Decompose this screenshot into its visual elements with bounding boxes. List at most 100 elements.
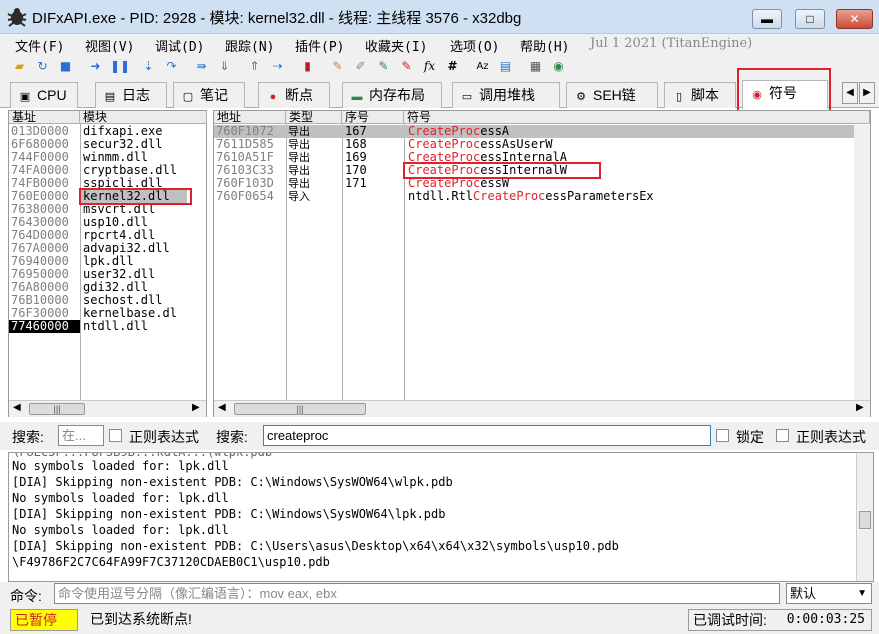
step-into-icon[interactable]: ⇣	[140, 58, 157, 75]
function-icon[interactable]: fx	[421, 58, 438, 75]
symbol-name-cell[interactable]: CreateProcessW	[408, 177, 853, 190]
column-header-base[interactable]: 基址	[9, 111, 80, 124]
module-name-cell[interactable]: sechost.dll	[83, 294, 206, 307]
modules-horizontal-scrollbar[interactable]: ◀ ||| ▶	[9, 400, 206, 417]
symbol-ordinal-cell[interactable]: 170	[345, 164, 403, 177]
restart-icon[interactable]: ↻	[34, 58, 51, 75]
symbol-ordinal-cell[interactable]: 171	[345, 177, 403, 190]
menu-view[interactable]: 视图(V)	[85, 36, 134, 55]
symbol-name-cell[interactable]: ntdll.RtlCreateProcessParametersEx	[408, 190, 853, 203]
symbol-ordinal-cell[interactable]	[345, 190, 403, 203]
column-header-address[interactable]: 地址	[214, 111, 286, 124]
tab-symbols[interactable]: ◉ 符号	[742, 80, 828, 109]
chevron-down-icon[interactable]: ▼	[857, 584, 867, 603]
scylla-icon[interactable]: ▮	[299, 58, 316, 75]
symbol-name-cell[interactable]: CreateProcessInternalW	[408, 164, 853, 177]
symbol-address-cell[interactable]: 760F0654	[216, 190, 286, 203]
trace-over-icon[interactable]: ⇓	[216, 58, 233, 75]
symbol-type-cell[interactable]: 导入	[288, 190, 342, 203]
symbol-address-cell[interactable]: 76103C33	[216, 164, 286, 177]
pause-icon[interactable]: ❚❚	[110, 58, 130, 75]
module-name-cell[interactable]: rpcrt4.dll	[83, 229, 206, 242]
maximize-button[interactable]: □	[795, 9, 825, 29]
tab-script[interactable]: ▯ 脚本	[664, 82, 736, 108]
strings-icon[interactable]: Az	[474, 58, 491, 75]
execute-till-return-icon[interactable]: ⇑	[246, 58, 263, 75]
tab-log[interactable]: ▤ 日志	[95, 82, 167, 108]
column-header-module[interactable]: 模块	[80, 111, 207, 124]
module-regex-checkbox[interactable]	[109, 429, 122, 442]
module-search-input[interactable]: 在...	[58, 425, 104, 446]
tab-cpu[interactable]: ▣ CPU	[10, 82, 78, 108]
minimize-button[interactable]: ▬	[752, 9, 782, 29]
scroll-left-icon[interactable]: ◀	[13, 402, 21, 413]
command-input[interactable]: 命令使用逗号分隔（像汇编语言）：mov eax, ebx	[54, 583, 780, 604]
symbol-regex-checkbox[interactable]	[776, 429, 789, 442]
tab-breakpoints[interactable]: ● 断点	[258, 82, 330, 108]
module-name-cell[interactable]: user32.dll	[83, 268, 206, 281]
symbol-name-cell[interactable]: CreateProcessAsUserW	[408, 138, 853, 151]
symbols-horizontal-scrollbar[interactable]: ◀ ||| ▶	[214, 400, 870, 417]
close-button[interactable]: ✕	[836, 9, 873, 29]
menu-file[interactable]: 文件(F)	[15, 36, 64, 55]
scroll-right-icon[interactable]: ▶	[856, 402, 864, 413]
comment-icon[interactable]: ✐	[352, 58, 369, 75]
open-icon[interactable]: ▰	[11, 58, 28, 75]
module-base-cell[interactable]: 77460000	[9, 320, 80, 333]
symbol-ordinal-cell[interactable]: 167	[345, 125, 403, 138]
module-name-cell[interactable]: msvcrt.dll	[83, 203, 206, 216]
module-name-cell[interactable]: kernel32.dll	[83, 190, 206, 203]
symbol-ordinal-cell[interactable]: 169	[345, 151, 403, 164]
tab-call-stack[interactable]: ▭ 调用堆栈	[452, 82, 560, 108]
scrollbar-thumb[interactable]: |||	[234, 403, 366, 415]
label-icon[interactable]: ✎	[375, 58, 392, 75]
column-header-symbol[interactable]: 符号	[404, 111, 870, 124]
symbol-ordinal-cell[interactable]: 168	[345, 138, 403, 151]
calculator-icon[interactable]: ▦	[527, 58, 544, 75]
symbol-type-cell[interactable]: 导出	[288, 151, 342, 164]
menu-debug[interactable]: 调试(D)	[155, 36, 204, 55]
stop-icon[interactable]: ■	[57, 58, 74, 75]
trace-into-icon[interactable]: ⇛	[193, 58, 210, 75]
module-name-cell[interactable]: secur32.dll	[83, 138, 206, 151]
tab-seh-chain[interactable]: ⚙ SEH链	[566, 82, 658, 108]
symbol-name-cell[interactable]: CreateProcessA	[408, 125, 853, 138]
bookmark-icon[interactable]: ✎	[398, 58, 415, 75]
symbol-type-cell[interactable]: 导出	[288, 164, 342, 177]
symbol-type-cell[interactable]: 导出	[288, 125, 342, 138]
menu-plugins[interactable]: 插件(P)	[295, 36, 344, 55]
globe-icon[interactable]: ◉	[550, 58, 567, 75]
module-name-cell[interactable]: usp10.dll	[83, 216, 206, 229]
scroll-right-icon[interactable]: ▶	[192, 402, 200, 413]
menu-help[interactable]: 帮助(H)	[520, 36, 569, 55]
column-header-ordinal[interactable]: 序号	[342, 111, 404, 124]
symbol-search-input[interactable]: createproc	[263, 425, 711, 446]
symbol-address-cell[interactable]: 7611D585	[216, 138, 286, 151]
menu-options[interactable]: 选项(O)	[450, 36, 499, 55]
symbol-type-cell[interactable]: 导出	[288, 177, 342, 190]
symbol-name-cell[interactable]: CreateProcessInternalA	[408, 151, 853, 164]
command-mode-select[interactable]: 默认 ▼	[786, 583, 872, 604]
module-name-cell[interactable]: gdi32.dll	[83, 281, 206, 294]
symbol-type-cell[interactable]: 导出	[288, 138, 342, 151]
lock-checkbox[interactable]	[716, 429, 729, 442]
scrollbar-thumb[interactable]	[859, 511, 871, 529]
scrollbar-thumb[interactable]: |||	[29, 403, 85, 415]
menu-trace[interactable]: 跟踪(N)	[225, 36, 274, 55]
symbol-address-cell[interactable]: 760F103D	[216, 177, 286, 190]
run-icon[interactable]: ➜	[87, 58, 104, 75]
scroll-right-icon[interactable]: ▶	[859, 82, 875, 104]
module-name-cell[interactable]: sspicli.dll	[83, 177, 206, 190]
module-name-cell[interactable]: advapi32.dll	[83, 242, 206, 255]
step-over-icon[interactable]: ↷	[163, 58, 180, 75]
symbol-address-cell[interactable]: 760F1072	[216, 125, 286, 138]
log-vertical-scrollbar[interactable]	[856, 453, 873, 581]
module-name-cell[interactable]: lpk.dll	[83, 255, 206, 268]
tab-memory-map[interactable]: ▬ 内存布局	[342, 82, 442, 108]
module-name-cell[interactable]: winmm.dll	[83, 151, 206, 164]
module-name-cell[interactable]: difxapi.exe	[83, 125, 206, 138]
run-to-user-code-icon[interactable]: ⇢	[269, 58, 286, 75]
module-name-cell[interactable]: cryptbase.dll	[83, 164, 206, 177]
symbols-vertical-scrollbar[interactable]	[854, 125, 870, 400]
patches-icon[interactable]: ▤	[497, 58, 514, 75]
